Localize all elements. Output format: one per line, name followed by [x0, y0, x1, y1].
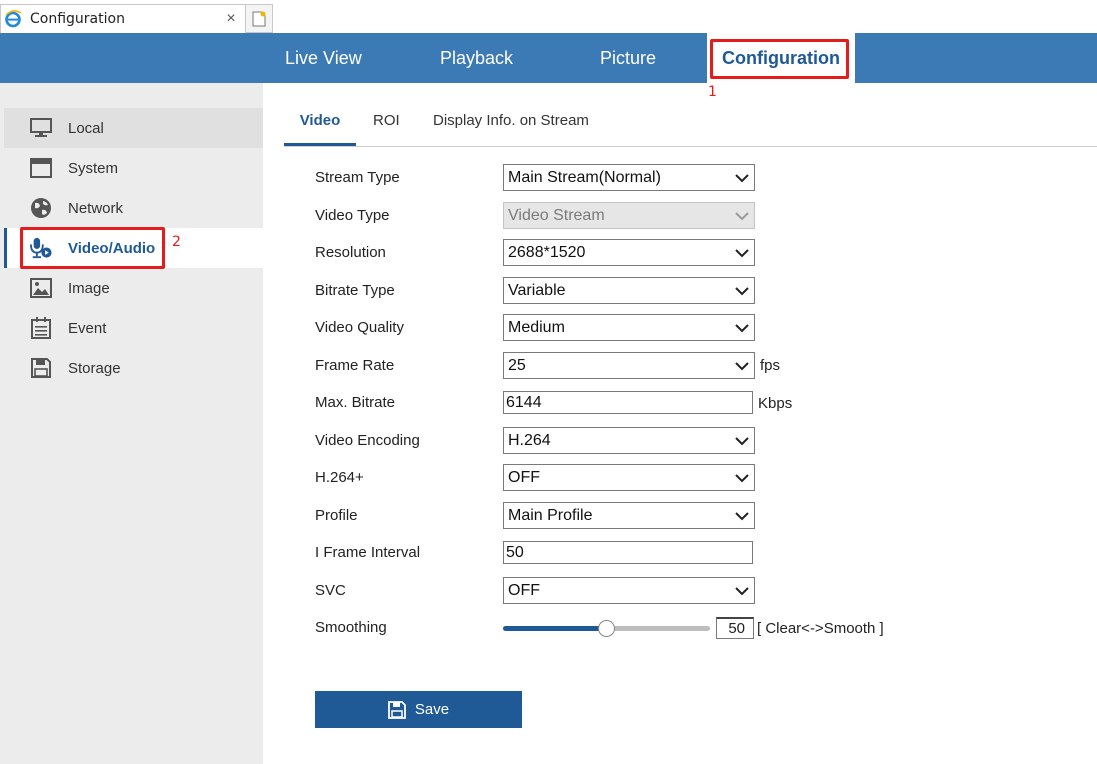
tab-video[interactable]: Video: [284, 100, 356, 146]
close-tab-icon[interactable]: ×: [221, 10, 241, 28]
sidebar-item-event[interactable]: Event: [4, 308, 263, 348]
frame-rate-value: 25: [508, 357, 526, 374]
browser-tab-strip: Configuration ×: [0, 0, 1097, 33]
smoothing-slider-fill: [503, 626, 607, 631]
video-type-value: Video Stream: [508, 207, 605, 224]
chevron-down-icon: [735, 587, 749, 596]
nav-picture[interactable]: Picture: [600, 33, 656, 83]
sidebar-item-storage[interactable]: Storage: [4, 348, 263, 388]
video-encoding-label: Video Encoding: [315, 432, 420, 449]
max-bitrate-input[interactable]: 6144: [503, 391, 753, 414]
callout-1: 1: [708, 84, 717, 100]
stream-type-value: Main Stream(Normal): [508, 169, 661, 186]
chevron-down-icon: [735, 437, 749, 446]
chevron-down-icon: [735, 174, 749, 183]
resolution-label: Resolution: [315, 244, 386, 261]
nav-live-view[interactable]: Live View: [285, 33, 362, 83]
browser-tab[interactable]: Configuration ×: [0, 4, 246, 33]
video-encoding-value: H.264: [508, 432, 551, 449]
smoothing-hint: [ Clear<->Smooth ]: [757, 620, 884, 637]
profile-value: Main Profile: [508, 507, 593, 524]
chevron-down-icon: [735, 362, 749, 371]
browser-tab-title: Configuration: [30, 11, 125, 27]
sidebar-item-local[interactable]: Local: [4, 108, 263, 148]
frame-rate-label: Frame Rate: [315, 357, 395, 374]
chevron-down-icon: [735, 512, 749, 521]
video-type-select: Video Stream: [503, 202, 755, 229]
chevron-down-icon: [735, 287, 749, 296]
video-quality-label: Video Quality: [315, 319, 404, 336]
max-bitrate-label: Max. Bitrate: [315, 394, 396, 411]
h264-plus-select[interactable]: OFF: [503, 464, 755, 491]
profile-select[interactable]: Main Profile: [503, 502, 755, 529]
profile-label: Profile: [315, 507, 358, 524]
bitrate-type-select[interactable]: Variable: [503, 277, 755, 304]
monitor-icon: [30, 117, 52, 139]
svc-value: OFF: [508, 582, 540, 599]
calendar-icon: [30, 317, 52, 339]
new-tab-button[interactable]: [246, 4, 273, 33]
sidebar-item-label: Event: [68, 319, 107, 337]
sidebar-item-network[interactable]: Network: [4, 188, 263, 228]
h264-plus-value: OFF: [508, 469, 540, 486]
stream-type-label: Stream Type: [315, 169, 400, 186]
resolution-value: 2688*1520: [508, 244, 586, 261]
floppy-icon: [30, 357, 52, 379]
sidebar-item-image[interactable]: Image: [4, 268, 263, 308]
video-quality-value: Medium: [508, 319, 565, 336]
globe-icon: [30, 197, 52, 219]
internet-explorer-icon: [4, 10, 22, 28]
image-icon: [30, 277, 52, 299]
video-type-label: Video Type: [315, 207, 390, 224]
frame-rate-unit: fps: [760, 357, 781, 374]
video-quality-select[interactable]: Medium: [503, 314, 755, 341]
new-tab-icon: [252, 11, 266, 26]
svc-select[interactable]: OFF: [503, 577, 755, 604]
i-frame-interval-label: I Frame Interval: [315, 544, 421, 561]
sub-tabs: Video ROI Display Info. on Stream: [284, 100, 1097, 147]
sidebar-item-label: Network: [68, 199, 124, 217]
chevron-down-icon: [735, 474, 749, 483]
chevron-down-icon: [735, 249, 749, 258]
h264-plus-label: H.264+: [315, 469, 364, 486]
svc-label: SVC: [315, 582, 346, 599]
smoothing-slider[interactable]: [503, 620, 710, 637]
sidebar-item-system[interactable]: System: [4, 148, 263, 188]
sidebar-item-label: Local: [68, 119, 104, 137]
save-button[interactable]: Save: [315, 691, 522, 728]
bitrate-type-label: Bitrate Type: [315, 282, 395, 299]
tab-display-info-on-stream[interactable]: Display Info. on Stream: [433, 100, 589, 146]
resolution-select[interactable]: 2688*1520: [503, 239, 755, 266]
sidebar-item-label: System: [68, 159, 119, 177]
frame-rate-select[interactable]: 25: [503, 352, 755, 379]
i-frame-interval-input[interactable]: 50: [503, 541, 753, 564]
configuration-highlight-box: [710, 39, 849, 79]
max-bitrate-unit: Kbps: [758, 395, 793, 412]
smoothing-value-input[interactable]: 50: [716, 617, 754, 639]
chevron-down-icon: [735, 212, 749, 221]
window-icon: [30, 157, 52, 179]
save-button-label: Save: [414, 701, 450, 718]
smoothing-label: Smoothing: [315, 619, 387, 636]
tab-roi[interactable]: ROI: [373, 100, 400, 146]
sidebar-item-label: Storage: [68, 359, 121, 377]
stream-type-select[interactable]: Main Stream(Normal): [503, 164, 755, 191]
video-encoding-select[interactable]: H.264: [503, 427, 755, 454]
bitrate-type-value: Variable: [508, 282, 566, 299]
video-audio-highlight-box: [20, 227, 165, 269]
floppy-icon: [387, 700, 406, 719]
smoothing-slider-thumb[interactable]: [598, 620, 615, 637]
chevron-down-icon: [735, 324, 749, 333]
nav-playback[interactable]: Playback: [440, 33, 513, 83]
top-navigation: Live View Playback Picture Configuration: [0, 33, 1097, 83]
callout-2: 2: [172, 234, 181, 250]
sidebar-item-label: Image: [68, 279, 110, 297]
